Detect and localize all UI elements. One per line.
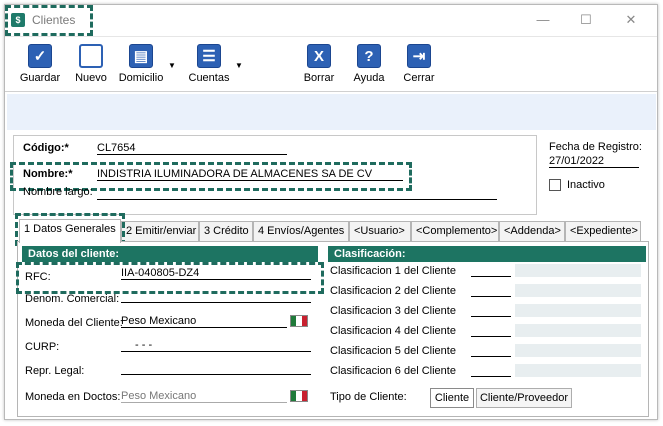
close-button[interactable]: ✕ [616, 10, 646, 30]
new-document-icon [79, 44, 103, 68]
repr-legal-field[interactable] [121, 362, 311, 375]
moneda-doctos-field[interactable]: Peso Mexicano [121, 390, 287, 403]
guardar-label: Guardar [19, 72, 61, 84]
tab-strip: 1 Datos Generales 2 Emitir/enviar 3 Créd… [17, 219, 657, 243]
clientes-window: $ Clientes — ☐ ✕ ✓ Guardar Nuevo ▤ Domic… [4, 4, 658, 420]
tab-credito[interactable]: 3 Crédito [199, 221, 253, 241]
stacked-cards-icon: ▤ [129, 44, 153, 68]
borrar-label: Borrar [303, 72, 335, 84]
tab-datos-generales[interactable]: 1 Datos Generales [19, 219, 121, 243]
tipo-cliente-label: Tipo de Cliente: [330, 391, 407, 403]
clasificacion-3-code[interactable] [471, 304, 511, 317]
moneda-cliente-label: Moneda del Cliente: [25, 317, 123, 329]
nombre-largo-field[interactable] [97, 186, 497, 200]
maximize-button[interactable]: ☐ [571, 10, 601, 30]
curp-label: CURP: [25, 341, 60, 353]
clasificacion-4-desc [515, 324, 641, 337]
clasificacion-5-label: Clasificacion 5 del Cliente [330, 345, 456, 357]
delete-x-icon: X [307, 44, 331, 68]
nombre-field[interactable]: INDISTRIA ILUMINADORA DE ALMACENES SA DE… [97, 168, 403, 181]
moneda-doctos-label: Moneda en Doctos: [25, 391, 121, 403]
rfc-label: RFC: [25, 271, 51, 283]
tab-usuario[interactable]: <Usuario> [349, 221, 411, 241]
clasificacion-3-label: Clasificacion 3 del Cliente [330, 305, 456, 317]
guardar-button[interactable]: ✓ Guardar [19, 44, 61, 84]
cerrar-button[interactable]: ⇥ Cerrar [401, 44, 437, 84]
nombre-label: Nombre:* [23, 168, 73, 180]
codigo-label: Código:* [23, 142, 69, 154]
borrar-button[interactable]: X Borrar [301, 44, 337, 84]
inactivo-checkbox[interactable] [549, 179, 561, 191]
clasificacion-1-code[interactable] [471, 264, 511, 277]
minimize-button[interactable]: — [528, 10, 558, 30]
tipo-cliente-proveedor-button[interactable]: Cliente/Proveedor [476, 388, 572, 408]
clasificacion-2-code[interactable] [471, 284, 511, 297]
clasificacion-3-desc [515, 304, 641, 317]
title-highlight [5, 5, 93, 36]
tab-complemento[interactable]: <Complemento> [411, 221, 499, 241]
clasificacion-6-desc [515, 364, 641, 377]
tab-addenda[interactable]: <Addenda> [499, 221, 565, 241]
clasificacion-1-desc [515, 264, 641, 277]
cuentas-label: Cuentas [188, 72, 230, 84]
domicilio-label: Domicilio [118, 72, 164, 84]
codigo-field[interactable]: CL7654 [97, 142, 287, 155]
checkmark-icon: ✓ [28, 44, 52, 68]
cuentas-button[interactable]: ☰ Cuentas [187, 44, 231, 84]
curp-field[interactable]: - - - [121, 339, 311, 352]
moneda-cliente-field[interactable]: Peso Mexicano [121, 315, 287, 328]
clasificacion-5-desc [515, 344, 641, 357]
exit-door-icon: ⇥ [407, 44, 431, 68]
denom-field[interactable] [121, 290, 311, 303]
denom-label: Denom. Comercial: [25, 293, 120, 305]
fecha-registro-label: Fecha de Registro: [549, 141, 642, 153]
mexico-flag-icon [290, 315, 308, 327]
rfc-field[interactable]: IIA-040805-DZ4 [121, 267, 311, 280]
ayuda-label: Ayuda [353, 72, 385, 84]
help-icon: ? [357, 44, 381, 68]
title-bar: $ Clientes — ☐ ✕ [5, 5, 657, 36]
tab-emitir-enviar[interactable]: 2 Emitir/enviar [121, 221, 199, 241]
clasificacion-6-label: Clasificacion 6 del Cliente [330, 365, 456, 377]
clasificacion-5-code[interactable] [471, 344, 511, 357]
cuentas-dropdown-arrow[interactable]: ▼ [235, 61, 243, 70]
nombre-largo-label: Nombre largo: [23, 186, 93, 198]
clasificacion-2-label: Clasificacion 2 del Cliente [330, 285, 456, 297]
cerrar-label: Cerrar [403, 72, 435, 84]
clasificacion-6-code[interactable] [471, 364, 511, 377]
header-band [7, 94, 656, 130]
ayuda-button[interactable]: ? Ayuda [351, 44, 387, 84]
list-icon: ☰ [197, 44, 221, 68]
nuevo-button[interactable]: Nuevo [71, 44, 111, 84]
domicilio-dropdown-arrow[interactable]: ▼ [168, 61, 176, 70]
nuevo-label: Nuevo [75, 72, 107, 84]
domicilio-button[interactable]: ▤ Domicilio [117, 44, 165, 84]
inactivo-label: Inactivo [567, 179, 605, 191]
clasificacion-4-label: Clasificacion 4 del Cliente [330, 325, 456, 337]
fecha-registro-value[interactable]: 27/01/2022 [549, 155, 639, 168]
tipo-cliente-button[interactable]: Cliente [430, 388, 474, 408]
clasificacion-1-label: Clasificacion 1 del Cliente [330, 265, 456, 277]
tab-expediente[interactable]: <Expediente> [565, 221, 641, 241]
repr-legal-label: Repr. Legal: [25, 365, 85, 377]
clasificacion-4-code[interactable] [471, 324, 511, 337]
datos-cliente-header: Datos del cliente: [22, 246, 318, 262]
clasificacion-header: Clasificación: [328, 246, 646, 262]
mexico-flag-icon-doctos [290, 390, 308, 402]
toolbar: ✓ Guardar Nuevo ▤ Domicilio ▼ ☰ Cuentas … [5, 36, 657, 92]
tab-envios-agentes[interactable]: 4 Envíos/Agentes [253, 221, 349, 241]
clasificacion-2-desc [515, 284, 641, 297]
